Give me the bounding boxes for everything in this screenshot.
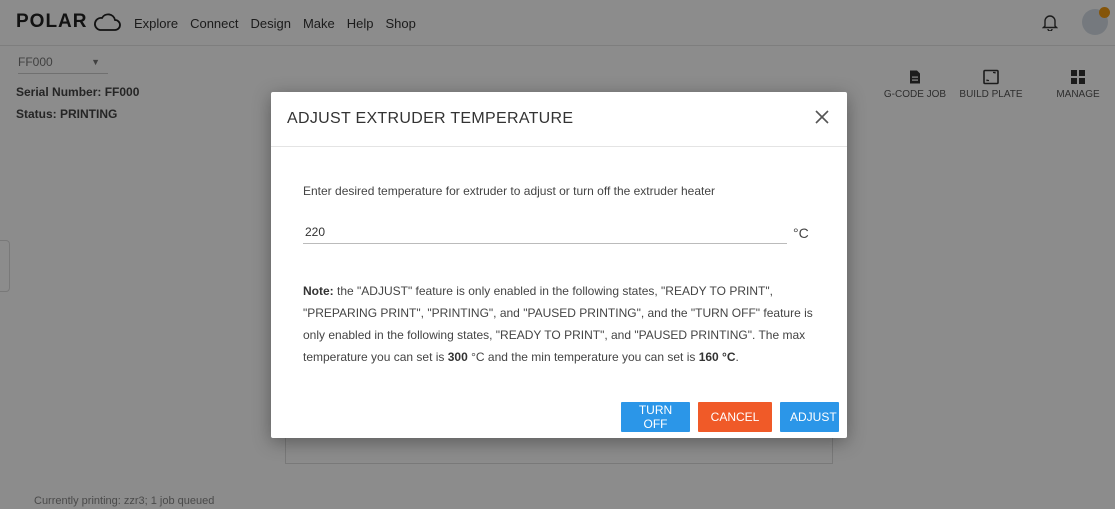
cancel-button[interactable]: CANCEL [698, 402, 772, 432]
temperature-input[interactable] [303, 220, 787, 244]
adjust-temperature-dialog: ADJUST EXTRUDER TEMPERATURE Enter desire… [271, 92, 847, 438]
temperature-unit: °C [793, 225, 809, 241]
note-text-end: . [735, 350, 739, 364]
note-text-2: °C and the min temperature you can set i… [467, 350, 699, 364]
note-label: Note: [303, 284, 334, 298]
adjust-button[interactable]: ADJUST [780, 402, 839, 432]
note-max-temp: 300 [447, 350, 468, 364]
close-icon[interactable] [815, 110, 829, 124]
dialog-note: Note: the "ADJUST" feature is only enabl… [303, 280, 823, 368]
dialog-actions: TURN OFF CANCEL ADJUST [621, 402, 839, 432]
dialog-title: ADJUST EXTRUDER TEMPERATURE [287, 110, 574, 127]
dialog-header: ADJUST EXTRUDER TEMPERATURE [271, 92, 847, 147]
turn-off-button[interactable]: TURN OFF [621, 402, 690, 432]
note-min-temp: 160 °C [698, 350, 736, 364]
dialog-instruction: Enter desired temperature for extruder t… [303, 184, 716, 198]
